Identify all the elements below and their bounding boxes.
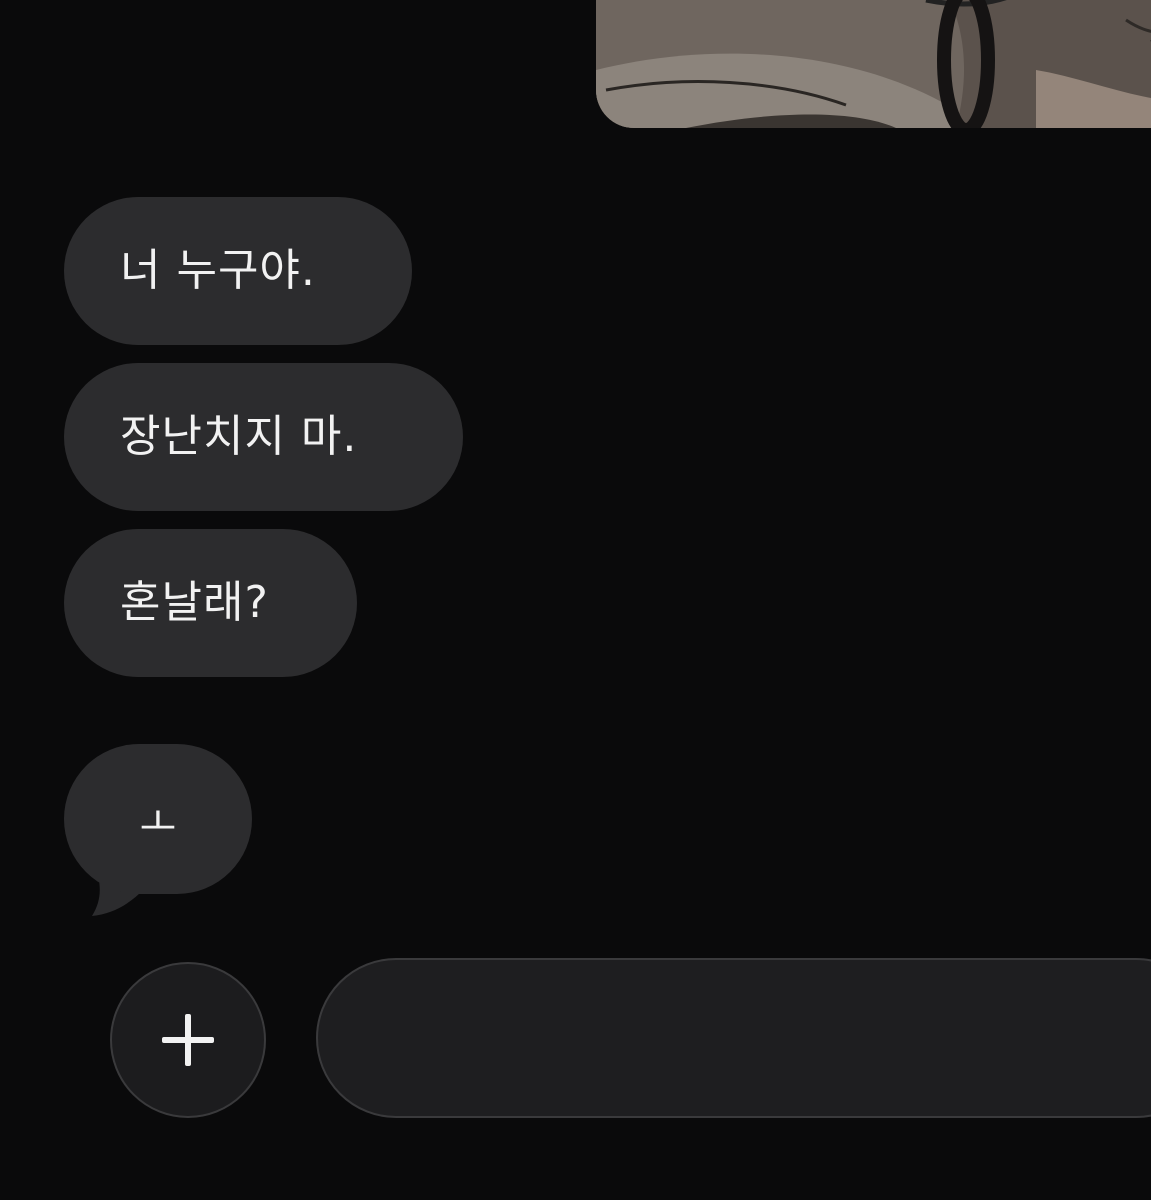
illustration-image [596, 0, 1151, 128]
message-text: ㅗ [139, 800, 177, 846]
plus-icon [162, 1014, 214, 1066]
received-message-bubble[interactable]: 장난치지 마. [64, 363, 463, 511]
chat-screen: 너 누구야. 장난치지 마. 혼날래? ㅗ [0, 0, 1151, 1200]
add-attachment-button[interactable] [110, 962, 266, 1118]
message-bubble-body: ㅗ [64, 744, 252, 894]
message-text: 너 누구야. [120, 245, 316, 296]
received-message-bubble-last[interactable]: ㅗ [64, 744, 254, 920]
message-text: 혼날래? [120, 577, 269, 628]
message-text: 장난치지 마. [120, 411, 358, 462]
received-message-bubble[interactable]: 너 누구야. [64, 197, 412, 345]
message-input[interactable] [316, 958, 1151, 1118]
shared-image[interactable] [596, 0, 1151, 128]
received-message-bubble[interactable]: 혼날래? [64, 529, 357, 677]
